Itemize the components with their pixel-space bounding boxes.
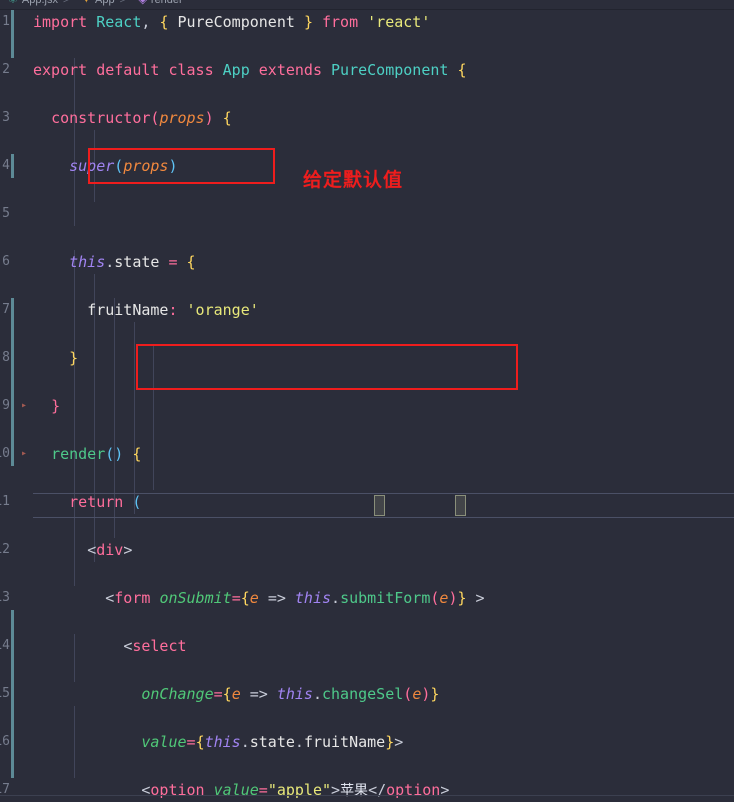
code-line[interactable]: 10 ▸ render() { bbox=[0, 442, 734, 466]
default-value-label: 给定默认值 bbox=[303, 169, 404, 191]
code-surface[interactable]: 1 import React, { PureComponent } from '… bbox=[0, 10, 734, 799]
code-line[interactable]: 6 this.state = { bbox=[0, 250, 734, 274]
line-number: 13 bbox=[0, 590, 10, 605]
line-content: } bbox=[51, 397, 61, 415]
line-number: 6 bbox=[2, 254, 10, 269]
code-line[interactable]: 13 <form onSubmit={e => this.submitForm(… bbox=[0, 586, 734, 610]
breadcrumb-separator: > bbox=[62, 0, 69, 6]
code-line-value[interactable]: 16 value={this.state.fruitName}> bbox=[0, 730, 734, 754]
breadcrumb-item-file[interactable]: ⚛ App.jsx bbox=[0, 0, 58, 6]
code-line-onchange[interactable]: 15 onChange={e => this.changeSel(e)} bbox=[0, 682, 734, 706]
line-content: onChange={e => this.changeSel(e)} bbox=[141, 685, 440, 703]
code-line[interactable]: 9 ▸ } bbox=[0, 394, 734, 418]
line-content: return ( bbox=[69, 493, 142, 511]
code-line[interactable]: 14 <select bbox=[0, 634, 734, 658]
line-content: } bbox=[69, 349, 79, 367]
line-number: 10 bbox=[0, 446, 10, 461]
code-line[interactable]: 5 bbox=[0, 202, 734, 226]
line-content: fruitName: 'orange' bbox=[87, 301, 259, 319]
code-line-option-apple[interactable]: 17 <option value="apple">苹果</option> bbox=[0, 778, 734, 802]
line-number: 4 bbox=[2, 158, 10, 173]
line-content: <option value="apple">苹果</option> bbox=[141, 781, 450, 799]
breadcrumb-item-method[interactable]: ◈ render bbox=[130, 0, 182, 6]
line-number: 11 bbox=[0, 494, 10, 509]
breadcrumb-item-class[interactable]: ✦ App bbox=[74, 0, 115, 6]
breadcrumb-method-label: render bbox=[150, 0, 183, 6]
line-content: <div> bbox=[87, 541, 133, 559]
code-line[interactable]: 3 constructor(props) { bbox=[0, 106, 734, 130]
code-editor[interactable]: ⚛ App.jsx > ✦ App > ◈ render bbox=[0, 0, 734, 802]
line-number: 8 bbox=[2, 350, 10, 365]
breadcrumb-separator-2: > bbox=[119, 0, 126, 6]
line-number: 1 bbox=[2, 14, 10, 29]
breadcrumb-class-label: App bbox=[95, 0, 115, 6]
breadcrumb[interactable]: ⚛ App.jsx > ✦ App > ◈ render bbox=[0, 0, 734, 9]
line-number: 14 bbox=[0, 638, 10, 653]
code-line[interactable]: 2 export default class App extends PureC… bbox=[0, 58, 734, 82]
braces-icon: ✦ bbox=[82, 0, 91, 6]
line-number: 7 bbox=[2, 302, 10, 317]
fold-arrow-icon[interactable]: ▸ bbox=[18, 394, 30, 418]
line-content: export default class App extends PureCom… bbox=[33, 61, 467, 79]
fold-arrow-icon[interactable]: ▸ bbox=[18, 442, 30, 466]
line-content: value={this.state.fruitName}> bbox=[141, 733, 404, 751]
line-content: constructor(props) { bbox=[51, 109, 232, 127]
breadcrumb-file-label: App.jsx bbox=[21, 0, 58, 6]
line-content: this.state = { bbox=[69, 253, 196, 271]
code-line[interactable]: 8 } bbox=[0, 346, 734, 370]
line-content: render() { bbox=[51, 445, 142, 463]
code-line[interactable]: 1 import React, { PureComponent } from '… bbox=[0, 10, 734, 34]
react-icon: ⚛ bbox=[8, 0, 18, 6]
line-content bbox=[33, 202, 734, 226]
line-number: 9 bbox=[2, 398, 10, 413]
bottom-divider bbox=[0, 795, 734, 796]
line-number: 5 bbox=[2, 206, 10, 221]
line-number: 12 bbox=[0, 542, 10, 557]
line-content: import React, { PureComponent } from 're… bbox=[33, 13, 431, 31]
method-icon: ◈ bbox=[138, 0, 146, 6]
code-line-state-default[interactable]: 7 fruitName: 'orange' bbox=[0, 298, 734, 322]
line-number: 15 bbox=[0, 686, 10, 701]
current-line-bottom-border bbox=[33, 517, 734, 518]
line-number: 16 bbox=[0, 734, 10, 749]
line-content: <form onSubmit={e => this.submitForm(e)}… bbox=[105, 589, 485, 607]
line-number: 3 bbox=[2, 110, 10, 125]
code-line[interactable]: 11 return ( bbox=[0, 490, 734, 514]
code-line[interactable]: 12 <div> bbox=[0, 538, 734, 562]
line-number: 17 bbox=[0, 782, 10, 797]
line-content: <select bbox=[123, 637, 187, 655]
breadcrumb-divider bbox=[0, 9, 734, 10]
line-number: 2 bbox=[2, 62, 10, 77]
